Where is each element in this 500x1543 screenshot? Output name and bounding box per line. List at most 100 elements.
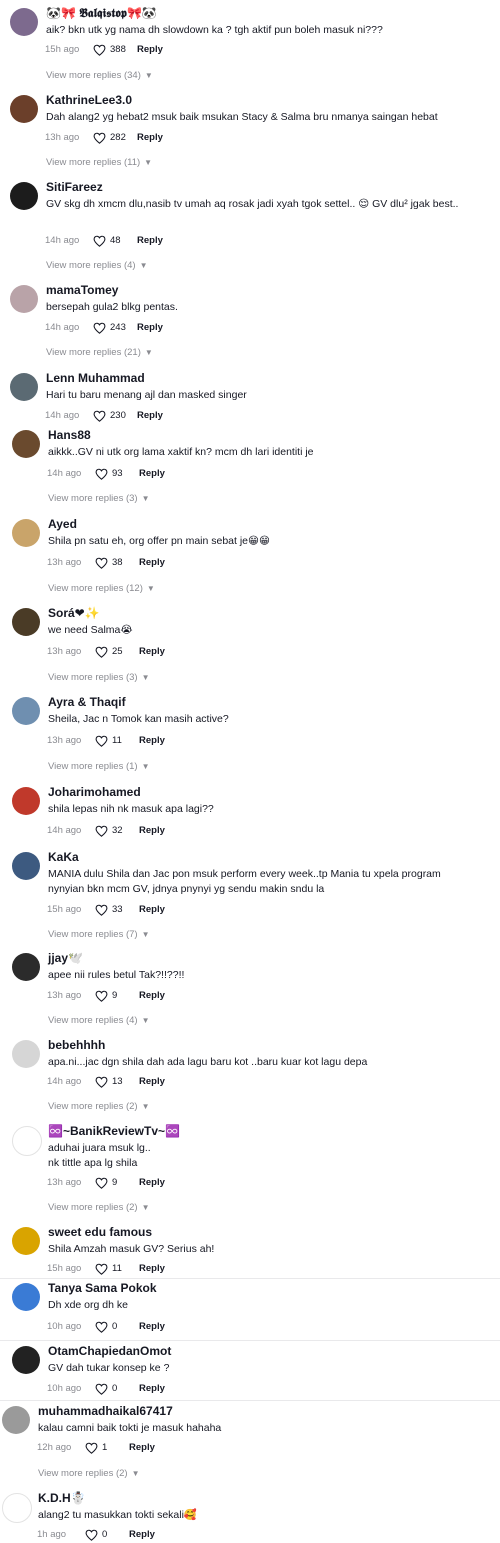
comment-meta: 13h ago 9 Reply xyxy=(47,990,165,1002)
like-button[interactable]: 25 xyxy=(95,646,139,658)
reply-button[interactable]: Reply xyxy=(139,1177,165,1189)
reply-button[interactable]: Reply xyxy=(139,1383,165,1395)
view-more-replies-button[interactable]: View more replies (3) ▼ xyxy=(48,493,150,504)
avatar[interactable] xyxy=(10,8,38,36)
reply-button[interactable]: Reply xyxy=(139,1076,165,1088)
comment-time: 14h ago xyxy=(45,322,80,333)
comment-text: we need Salma😭 xyxy=(48,624,133,636)
like-button[interactable]: 0 xyxy=(95,1321,139,1333)
avatar[interactable] xyxy=(10,95,38,123)
comment-meta: 13h ago 11 Reply xyxy=(47,735,165,747)
reply-button[interactable]: Reply xyxy=(137,132,163,144)
avatar[interactable] xyxy=(10,285,38,313)
view-more-replies-button[interactable]: View more replies (7) ▼ xyxy=(48,929,150,940)
heart-icon xyxy=(95,646,108,658)
like-button[interactable]: 33 xyxy=(95,904,139,916)
like-count: 11 xyxy=(112,735,122,746)
chevron-down-icon: ▼ xyxy=(141,673,150,682)
reply-button[interactable]: Reply xyxy=(137,410,163,422)
reply-button[interactable]: Reply xyxy=(129,1529,155,1541)
avatar[interactable] xyxy=(12,1346,40,1374)
comment-username[interactable]: SitiFareez xyxy=(46,180,103,195)
like-button[interactable]: 282 xyxy=(93,132,137,144)
comment-username[interactable]: mamaTomey xyxy=(46,283,118,298)
comment-username[interactable]: Lenn Muhammad xyxy=(46,371,145,386)
reply-button[interactable]: Reply xyxy=(139,646,165,658)
reply-button[interactable]: Reply xyxy=(137,235,163,247)
comment-username[interactable]: K.D.H☃️ xyxy=(38,1491,86,1506)
view-more-replies-button[interactable]: View more replies (2) ▼ xyxy=(38,1468,140,1479)
view-more-replies-button[interactable]: View more replies (2) ▼ xyxy=(48,1202,150,1213)
like-button[interactable]: 11 xyxy=(95,1263,139,1275)
reply-button[interactable]: Reply xyxy=(139,990,165,1002)
like-button[interactable]: 0 xyxy=(85,1529,129,1541)
view-more-replies-button[interactable]: View more replies (2) ▼ xyxy=(48,1101,150,1112)
like-button[interactable]: 32 xyxy=(95,825,139,837)
like-button[interactable]: 230 xyxy=(93,410,137,422)
reply-button[interactable]: Reply xyxy=(139,735,165,747)
reply-button[interactable]: Reply xyxy=(139,825,165,837)
reply-button[interactable]: Reply xyxy=(139,1321,165,1333)
avatar[interactable] xyxy=(12,1126,42,1156)
comment-username[interactable]: OtamChapiedanOmot xyxy=(48,1344,171,1359)
view-more-replies-button[interactable]: View more replies (4) ▼ xyxy=(48,1015,150,1026)
view-more-replies-button[interactable]: View more replies (12) ▼ xyxy=(48,583,155,594)
like-button[interactable]: 9 xyxy=(95,990,139,1002)
like-button[interactable]: 0 xyxy=(95,1383,139,1395)
view-more-replies-button[interactable]: View more replies (4) ▼ xyxy=(46,260,148,271)
avatar[interactable] xyxy=(12,697,40,725)
avatar[interactable] xyxy=(10,182,38,210)
reply-button[interactable]: Reply xyxy=(139,904,165,916)
view-more-replies-button[interactable]: View more replies (11) ▼ xyxy=(46,157,152,168)
comment-username[interactable]: sweet edu famous xyxy=(48,1225,152,1240)
view-more-replies-button[interactable]: View more replies (21) ▼ xyxy=(46,347,153,358)
avatar[interactable] xyxy=(2,1493,32,1523)
comment-username[interactable]: jjay🕊️ xyxy=(48,951,83,966)
comment-username[interactable]: KathrineLee3.0 xyxy=(46,93,132,108)
avatar[interactable] xyxy=(12,787,40,815)
comment-username[interactable]: Tanya Sama Pokok xyxy=(48,1281,157,1296)
comment-username[interactable]: Ayed xyxy=(48,517,77,532)
comment-username[interactable]: muhammadhaikal67417 xyxy=(38,1404,173,1419)
avatar[interactable] xyxy=(12,953,40,981)
like-count: 0 xyxy=(112,1321,118,1332)
like-button[interactable]: 1 xyxy=(85,1442,129,1454)
comment-time: 14h ago xyxy=(47,1076,82,1087)
view-more-replies-button[interactable]: View more replies (34) ▼ xyxy=(46,70,153,81)
like-button[interactable]: 48 xyxy=(93,235,137,247)
comment-username[interactable]: KaKa xyxy=(48,850,79,865)
reply-button[interactable]: Reply xyxy=(129,1442,155,1454)
avatar[interactable] xyxy=(12,1283,40,1311)
comment-username[interactable]: Ayra & Thaqif xyxy=(48,695,126,710)
reply-button[interactable]: Reply xyxy=(139,1263,165,1275)
avatar[interactable] xyxy=(12,608,40,636)
reply-button[interactable]: Reply xyxy=(139,557,165,569)
reply-button[interactable]: Reply xyxy=(139,468,165,480)
comment-username[interactable]: bebehhhh xyxy=(48,1038,105,1053)
comment-username[interactable]: Joharimohamed xyxy=(48,785,141,800)
view-more-replies-button[interactable]: View more replies (1) ▼ xyxy=(48,761,150,772)
like-button[interactable]: 388 xyxy=(93,44,137,56)
avatar[interactable] xyxy=(12,430,40,458)
comment-username[interactable]: ♾️~BanikReviewTv~♾️ xyxy=(48,1124,180,1139)
like-button[interactable]: 9 xyxy=(95,1177,139,1189)
avatar[interactable] xyxy=(12,1040,40,1068)
like-button[interactable]: 11 xyxy=(95,735,139,747)
avatar[interactable] xyxy=(2,1406,30,1434)
comment-meta: 15h ago 33 Reply xyxy=(47,904,165,916)
like-button[interactable]: 38 xyxy=(95,557,139,569)
comment-username[interactable]: Hans88 xyxy=(48,428,91,443)
reply-button[interactable]: Reply xyxy=(137,44,163,56)
comment-username[interactable]: 🐼🎀 𝕭𝖆𝖑𝖖𝖎𝖘𝖙𝖔𝖕🎀🐼 xyxy=(46,6,157,21)
reply-button[interactable]: Reply xyxy=(137,322,163,334)
like-button[interactable]: 243 xyxy=(93,322,137,334)
avatar[interactable] xyxy=(12,519,40,547)
comment-username[interactable]: Sorá❤✨ xyxy=(48,606,100,621)
avatar[interactable] xyxy=(12,852,40,880)
like-button[interactable]: 93 xyxy=(95,468,139,480)
avatar[interactable] xyxy=(10,373,38,401)
view-more-replies-button[interactable]: View more replies (3) ▼ xyxy=(48,672,150,683)
avatar[interactable] xyxy=(12,1227,40,1255)
chevron-down-icon: ▼ xyxy=(139,261,148,270)
like-button[interactable]: 13 xyxy=(95,1076,139,1088)
